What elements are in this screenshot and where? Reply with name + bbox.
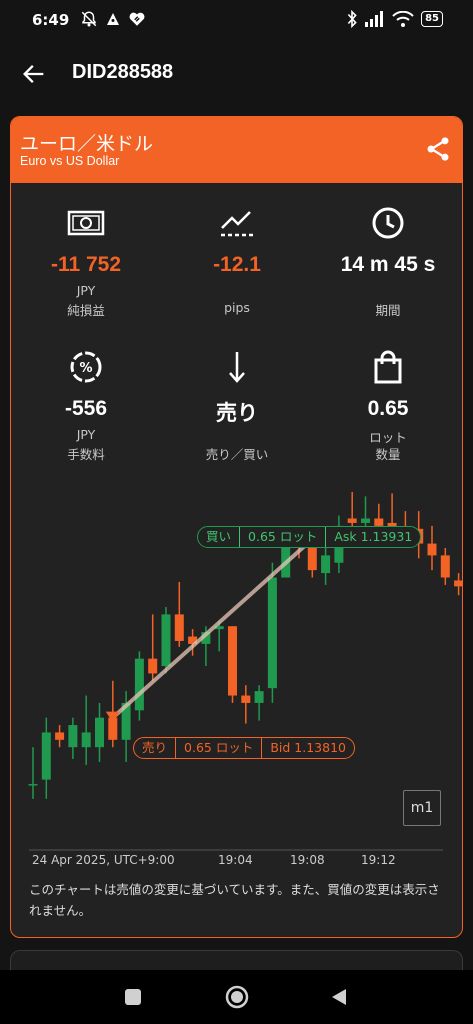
candle-body: [427, 543, 437, 556]
exit-lots: 0.65 ロット: [239, 527, 325, 547]
stat-lot: 0.65 ロット 数量: [313, 347, 462, 462]
arrow-down-icon: [229, 352, 245, 383]
status-time: 6:49: [32, 11, 70, 29]
pips-label: pips: [224, 300, 250, 315]
lot-value: 0.65: [367, 397, 409, 420]
direction-value: 売り: [216, 402, 258, 425]
x-axis-tick-label: 19:04: [218, 853, 253, 867]
system-nav-bar: [0, 970, 473, 1024]
exit-price: Ask 1.13931: [325, 527, 420, 547]
candle-body: [55, 732, 65, 740]
duration-value: 14 m 45 s: [340, 253, 436, 276]
stat-duration: 14 m 45 s 期間: [313, 203, 462, 318]
status-right-icons: 85: [346, 10, 443, 28]
pips-value: -12.1: [213, 253, 261, 276]
share-icon: [427, 137, 449, 161]
app-notification-icon: [107, 13, 119, 25]
status-left-icons: [80, 10, 146, 28]
entry-side: 売り: [142, 740, 168, 755]
bag-icon: [374, 350, 402, 384]
arrow-left-icon: [23, 65, 44, 83]
svg-text:%: %: [79, 361, 92, 376]
candle-body: [134, 658, 144, 711]
candle-body: [374, 518, 384, 526]
stat-net-pl: -11 752 JPY 純損益: [11, 203, 161, 318]
exit-side: 買い: [206, 529, 232, 544]
stat-pips: -12.1 pips: [162, 203, 312, 318]
candle-body: [95, 717, 104, 748]
entry-lots: 0.65 ロット: [175, 738, 261, 758]
duration-label: 期間: [375, 303, 401, 318]
candle-body: [321, 555, 331, 574]
signal-icon: [365, 11, 384, 27]
net-pl-unit: JPY: [76, 283, 96, 298]
exit-trade-tag: 買い 0.65 ロット Ask 1.13931: [197, 526, 422, 548]
status-bar: 6:49 85: [0, 0, 473, 44]
back-button[interactable]: [326, 984, 352, 1010]
square-icon: [125, 989, 141, 1005]
candle-body: [68, 725, 78, 748]
heart-link-icon: [129, 12, 145, 26]
candle-body: [148, 658, 158, 674]
direction-unit: [162, 427, 312, 443]
lot-unit: ロット: [369, 430, 407, 445]
pips-unit: [162, 283, 312, 299]
wifi-icon: [392, 11, 414, 27]
candle-body: [254, 691, 264, 703]
candle-body: [347, 518, 357, 523]
recents-button[interactable]: [120, 984, 146, 1010]
battery-indicator: 85: [421, 11, 443, 27]
direction-label: 売り／買い: [205, 447, 269, 462]
candle-body: [28, 784, 38, 786]
duration-unit: [313, 283, 462, 299]
candle-body: [228, 626, 237, 696]
back-arrow-button[interactable]: [20, 60, 48, 88]
commission-unit: JPY: [76, 427, 96, 442]
triangle-left-icon: [332, 989, 346, 1005]
chart-note: このチャートは売値の変更に基づいています。また、買値の変更は表示されません。: [29, 882, 440, 918]
trend-chart-icon: [221, 211, 253, 237]
trade-detail-card: ユーロ／米ドル Euro vs US Dollar -11 752 JPY 純損…: [10, 116, 463, 938]
entry-trade-tag: 売り 0.65 ロット Bid 1.13810: [133, 737, 355, 759]
circle-icon: [225, 985, 249, 1009]
commission-value: -556: [64, 397, 108, 420]
notifications-off-icon: [81, 11, 97, 27]
banknote-icon: [67, 210, 105, 236]
candle-body: [267, 577, 277, 689]
x-axis-tick-label: 19:12: [361, 853, 396, 867]
net-pl-label: 純損益: [67, 303, 105, 318]
pair-title: ユーロ／米ドル: [20, 133, 154, 155]
x-axis-tick-label: 19:08: [290, 853, 325, 867]
share-button[interactable]: [424, 135, 452, 163]
stat-direction: 売り 売り／買い: [162, 347, 312, 462]
card-header: ユーロ／米ドル Euro vs US Dollar: [11, 117, 462, 183]
net-pl-value: -11 752: [50, 253, 122, 276]
candle-body: [174, 614, 184, 641]
timeframe-button[interactable]: m1: [403, 790, 441, 826]
candle-body: [81, 732, 91, 748]
commission-label: 手数料: [67, 447, 105, 462]
candle-body: [161, 614, 171, 667]
bluetooth-icon: [347, 10, 357, 28]
price-chart[interactable]: 買い 0.65 ロット Ask 1.13931 売り 0.65 ロット Bid …: [11, 487, 462, 877]
home-button[interactable]: [224, 984, 250, 1010]
app-bar: DID288588: [0, 48, 473, 100]
candle-body: [41, 732, 51, 780]
page-title: DID288588: [72, 61, 174, 83]
candle-body: [241, 695, 251, 703]
candle-body: [440, 555, 450, 578]
trade-path-line: [111, 537, 314, 720]
clock-icon: [372, 207, 404, 239]
candle-body: [454, 580, 462, 587]
percent-icon: %: [70, 351, 102, 383]
pair-subtitle: Euro vs US Dollar: [20, 154, 120, 168]
next-card-edge: [10, 950, 463, 970]
entry-marker: [105, 711, 120, 723]
candle-body: [361, 518, 370, 523]
stat-commission: % -556 JPY 手数料: [11, 347, 161, 462]
x-axis-date-label: 24 Apr 2025, UTC+9:00: [32, 853, 175, 867]
entry-price: Bid 1.13810: [261, 738, 354, 758]
lot-label: 数量: [375, 447, 401, 462]
